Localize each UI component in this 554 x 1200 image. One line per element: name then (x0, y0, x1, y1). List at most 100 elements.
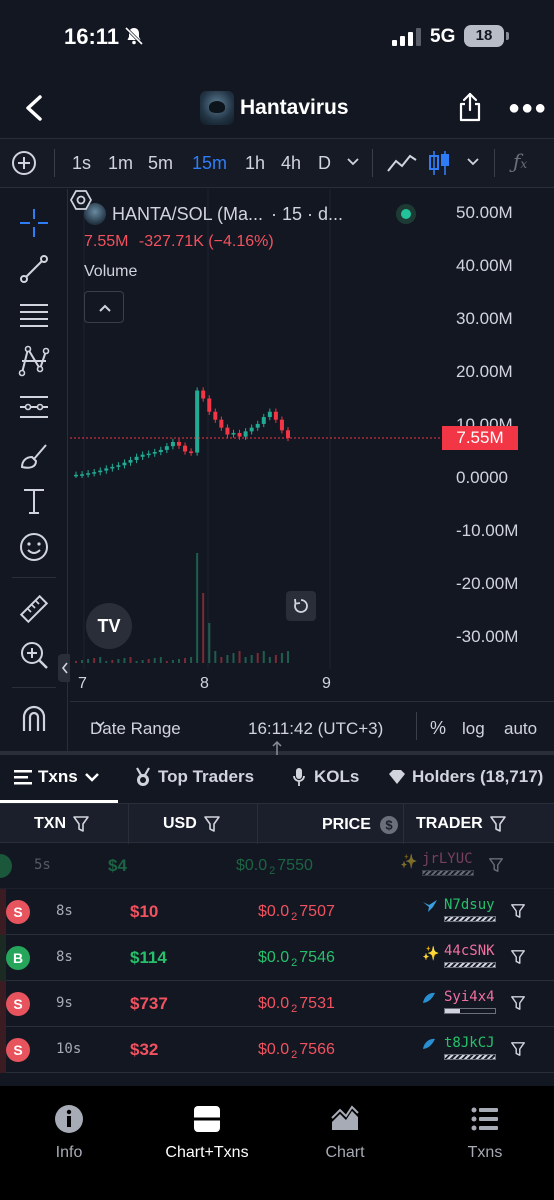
candle-body (207, 398, 212, 412)
trader-cell[interactable]: ✨ 44cSNK (422, 943, 498, 973)
volume-bar (99, 657, 102, 663)
text-tool-icon[interactable] (18, 485, 50, 517)
candlestick-icon[interactable] (428, 149, 452, 177)
line-chart-type-icon[interactable] (386, 151, 418, 175)
trader-cell[interactable]: Syi4x4 (422, 989, 498, 1019)
diamond-icon (389, 770, 405, 784)
filter-icon (73, 816, 89, 832)
crosshair-icon[interactable] (18, 207, 50, 239)
column-txn[interactable]: TXN (34, 815, 90, 833)
candle-body (286, 430, 290, 438)
column-trader[interactable]: TRADER (416, 815, 507, 833)
timeframe-1s[interactable]: 1s (72, 153, 91, 174)
nav-chart[interactable]: Chart (290, 1104, 400, 1162)
filter-icon[interactable] (510, 949, 526, 965)
table-row[interactable]: B 8s $114 $0.0 2 7546 ✨ 44cSNK (0, 935, 554, 981)
magnet-icon[interactable] (18, 703, 50, 735)
trader-cell[interactable]: N7dsuy (422, 897, 498, 927)
log-scale-toggle[interactable]: log (462, 719, 485, 739)
timeframe-4h[interactable]: 4h (281, 153, 301, 174)
ohlc-change: -327.71K (−4.16%) (138, 233, 274, 250)
reset-chart-button[interactable] (286, 591, 316, 621)
column-usd[interactable]: USD (163, 815, 221, 833)
auto-scale-toggle[interactable]: auto (504, 719, 537, 739)
chart-clock[interactable]: 16:11:42 (UTC+3) (248, 719, 383, 739)
timeframe-1m[interactable]: 1m (108, 153, 133, 174)
table-row[interactable]: 5s $4 $0.0 2 7550 ✨ jrLYUC (0, 843, 554, 889)
volume-bar (177, 659, 180, 663)
market-status-icon (396, 204, 416, 224)
nav-label: Chart+Txns (165, 1144, 249, 1161)
nav-txns[interactable]: Txns (430, 1104, 540, 1162)
share-icon[interactable] (458, 92, 482, 122)
txn-table-header: TXN USD PRICE $ TRADER (0, 803, 554, 844)
x-axis-tick: 7 (78, 675, 87, 692)
volume-bar (190, 657, 193, 663)
date-range-button[interactable]: Date Range (90, 719, 181, 739)
timeframe-1h[interactable]: 1h (245, 153, 265, 174)
filter-icon[interactable] (510, 903, 526, 919)
collapse-legend-button[interactable] (84, 291, 124, 323)
nav-info[interactable]: Info (14, 1104, 124, 1162)
symbol-name: HANTA/SOL (Ma... (112, 203, 264, 224)
ruler-icon[interactable] (18, 593, 50, 625)
footer-divider (416, 712, 417, 740)
candle-body (261, 417, 266, 424)
back-arrow-icon[interactable] (22, 94, 48, 122)
trader-cell[interactable]: t8JkCJ (422, 1035, 498, 1065)
filter-icon[interactable] (510, 995, 526, 1011)
candle-body (122, 462, 127, 466)
pattern-tool-icon[interactable] (18, 345, 50, 377)
timeframe-d[interactable]: D (318, 153, 331, 174)
tab-kols[interactable]: KOLs (292, 767, 359, 787)
y-axis-tick: 0.0000 (456, 468, 508, 487)
price-zero-count: 2 (291, 1049, 298, 1061)
volume-bar (250, 655, 253, 663)
add-indicator-icon[interactable] (12, 151, 36, 175)
price-chart[interactable]: HANTA/SOL (Ma... · 15 · d... 7.55M -327.… (70, 189, 554, 751)
candle-body (74, 474, 78, 477)
tab-top-traders[interactable]: Top Traders (134, 767, 254, 787)
chevron-down-icon[interactable] (346, 155, 360, 169)
tab-txns[interactable]: Txns (14, 767, 100, 787)
table-row[interactable]: S 9s $737 $0.0 2 7531 Syi4x4 (0, 981, 554, 1027)
symbol-row[interactable]: HANTA/SOL (Ma... · 15 · d... (84, 203, 343, 225)
tab-holders[interactable]: Holders (18,717) (388, 767, 543, 787)
txn-price: $0.0 2 7566 (258, 1041, 335, 1061)
chevron-down-icon[interactable] (466, 155, 480, 169)
price-digits: 7507 (299, 903, 335, 920)
column-label: TRADER (416, 815, 483, 832)
volume-bar (141, 660, 144, 663)
volume-bar (105, 661, 108, 663)
nav-chart-txns[interactable]: Chart+Txns (152, 1104, 262, 1162)
ohlc-legend: 7.55M -327.71K (−4.16%) (84, 233, 274, 251)
table-row[interactable]: S 10s $32 $0.0 2 7566 t8JkCJ (0, 1027, 554, 1073)
trader-name: Syi4x4 (444, 989, 495, 1005)
brush-icon[interactable] (18, 439, 50, 471)
trader-balance-bar (444, 1008, 496, 1014)
price-prefix: $0.0 (258, 903, 290, 920)
zoom-in-icon[interactable] (18, 639, 50, 671)
txn-age: 5s (34, 857, 51, 873)
filter-icon[interactable] (488, 857, 504, 873)
trader-cell[interactable]: ✨ jrLYUC (400, 851, 476, 881)
chevron-down-icon (95, 721, 105, 728)
column-label: USD (163, 815, 197, 832)
trend-line-icon[interactable] (18, 253, 50, 285)
more-options-icon[interactable]: ●●● (508, 98, 547, 118)
volume-bar (123, 658, 126, 663)
tradingview-logo[interactable]: TV (86, 603, 132, 649)
column-price[interactable]: PRICE $ (322, 815, 399, 835)
fib-retracement-icon[interactable] (18, 299, 50, 331)
table-row[interactable]: S 8s $10 $0.0 2 7507 N7dsuy (0, 889, 554, 935)
timeframe-15m[interactable]: 15m (192, 153, 227, 174)
timeframe-5m[interactable]: 5m (148, 153, 173, 174)
percent-scale-toggle[interactable]: % (430, 718, 446, 739)
chart-settings-icon[interactable] (70, 189, 92, 211)
info-icon (55, 1105, 83, 1133)
emoji-icon[interactable] (18, 531, 50, 563)
txn-type-badge: S (6, 1038, 30, 1062)
indicators-fx-icon[interactable]: ƒx (513, 149, 527, 173)
prediction-tool-icon[interactable] (18, 391, 50, 423)
filter-icon[interactable] (510, 1041, 526, 1057)
